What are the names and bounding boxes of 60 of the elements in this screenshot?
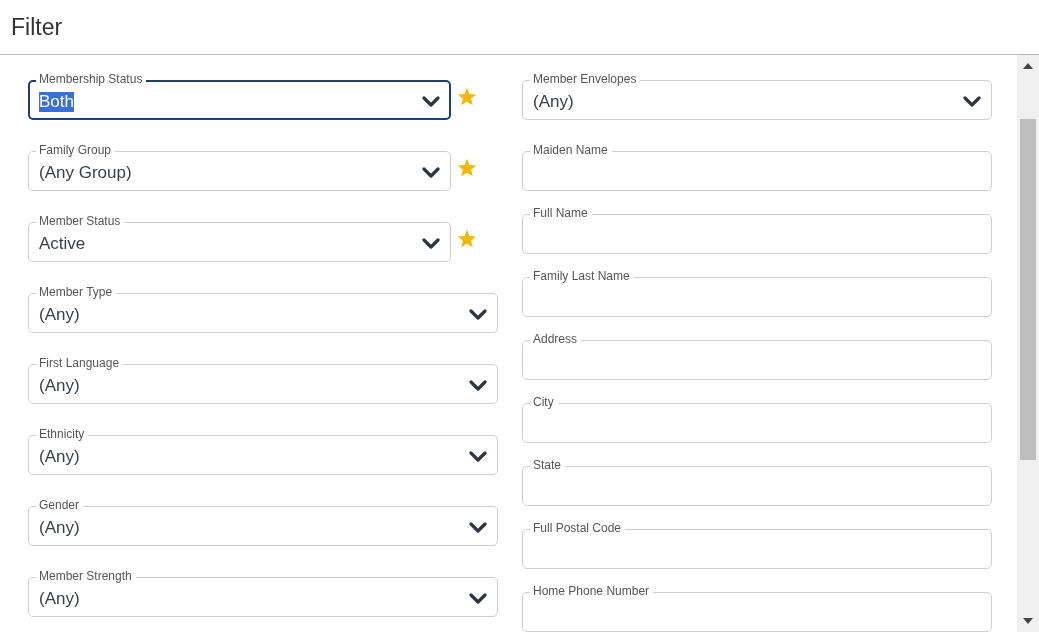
- select-field[interactable]: Member Status Active: [28, 214, 451, 262]
- field-label: Membership Status: [36, 72, 147, 86]
- field-label: First Language: [36, 356, 124, 370]
- chevron-down-icon: [469, 522, 487, 534]
- field-value: (Any): [39, 447, 81, 467]
- field-label: Maiden Name: [530, 143, 612, 157]
- field-label: Family Last Name: [530, 269, 634, 283]
- scroll-down-icon[interactable]: [1023, 618, 1033, 624]
- field-label: Member Status: [36, 214, 125, 228]
- input-field[interactable]: Address: [522, 332, 992, 380]
- chevron-down-icon: [422, 96, 440, 108]
- field-label: Full Name: [530, 206, 592, 220]
- chevron-down-icon: [469, 309, 487, 321]
- field-value: (Any): [39, 376, 81, 396]
- star-icon[interactable]: [457, 228, 477, 248]
- field-label: Ethnicity: [36, 427, 89, 441]
- input-field[interactable]: City: [522, 395, 992, 443]
- input-field[interactable]: Home Phone Number: [522, 584, 992, 632]
- field-label: Member Strength: [36, 569, 136, 583]
- field-value: (Any): [533, 92, 575, 112]
- field-value: (Any): [39, 518, 81, 538]
- field-label: Home Phone Number: [530, 584, 654, 598]
- select-field[interactable]: Member Type (Any): [28, 285, 498, 333]
- select-field[interactable]: Membership Status Both: [28, 72, 451, 120]
- star-icon[interactable]: [457, 86, 477, 106]
- field-value: (Any Group): [39, 163, 133, 183]
- field-label: City: [530, 395, 558, 409]
- field-label: Member Envelopes: [530, 72, 641, 86]
- input-field[interactable]: Full Postal Code: [522, 521, 992, 569]
- field-label: State: [530, 458, 566, 472]
- field-value: (Any): [39, 305, 81, 325]
- field-label: Full Postal Code: [530, 521, 626, 535]
- chevron-down-icon: [963, 96, 981, 108]
- chevron-down-icon: [469, 593, 487, 605]
- select-field[interactable]: Member Strength (Any): [28, 569, 498, 617]
- field-label: Address: [530, 332, 582, 346]
- select-field[interactable]: Member Envelopes (Any): [522, 72, 992, 120]
- scrollbar-thumb[interactable]: [1020, 119, 1036, 460]
- field-value: (Any): [39, 589, 81, 609]
- select-field[interactable]: Gender (Any): [28, 498, 498, 546]
- field-value: Active: [39, 234, 87, 254]
- select-field[interactable]: Ethnicity (Any): [28, 427, 498, 475]
- scroll-up-icon[interactable]: [1023, 63, 1033, 69]
- chevron-down-icon: [469, 380, 487, 392]
- chevron-down-icon: [469, 451, 487, 463]
- field-label: Gender: [36, 498, 84, 512]
- select-field[interactable]: First Language (Any): [28, 356, 498, 404]
- field-value: Both: [39, 92, 74, 112]
- field-label: Member Type: [36, 285, 117, 299]
- star-icon[interactable]: [457, 157, 477, 177]
- chevron-down-icon: [422, 238, 440, 250]
- field-label: Family Group: [36, 143, 116, 157]
- input-field[interactable]: State: [522, 458, 992, 506]
- chevron-down-icon: [422, 167, 440, 179]
- dialog-title: Filter: [11, 13, 63, 41]
- input-field[interactable]: Family Last Name: [522, 269, 992, 317]
- select-field[interactable]: Family Group (Any Group): [28, 143, 451, 191]
- input-field[interactable]: Full Name: [522, 206, 992, 254]
- input-field[interactable]: Maiden Name: [522, 143, 992, 191]
- scrollbar[interactable]: [1017, 55, 1039, 632]
